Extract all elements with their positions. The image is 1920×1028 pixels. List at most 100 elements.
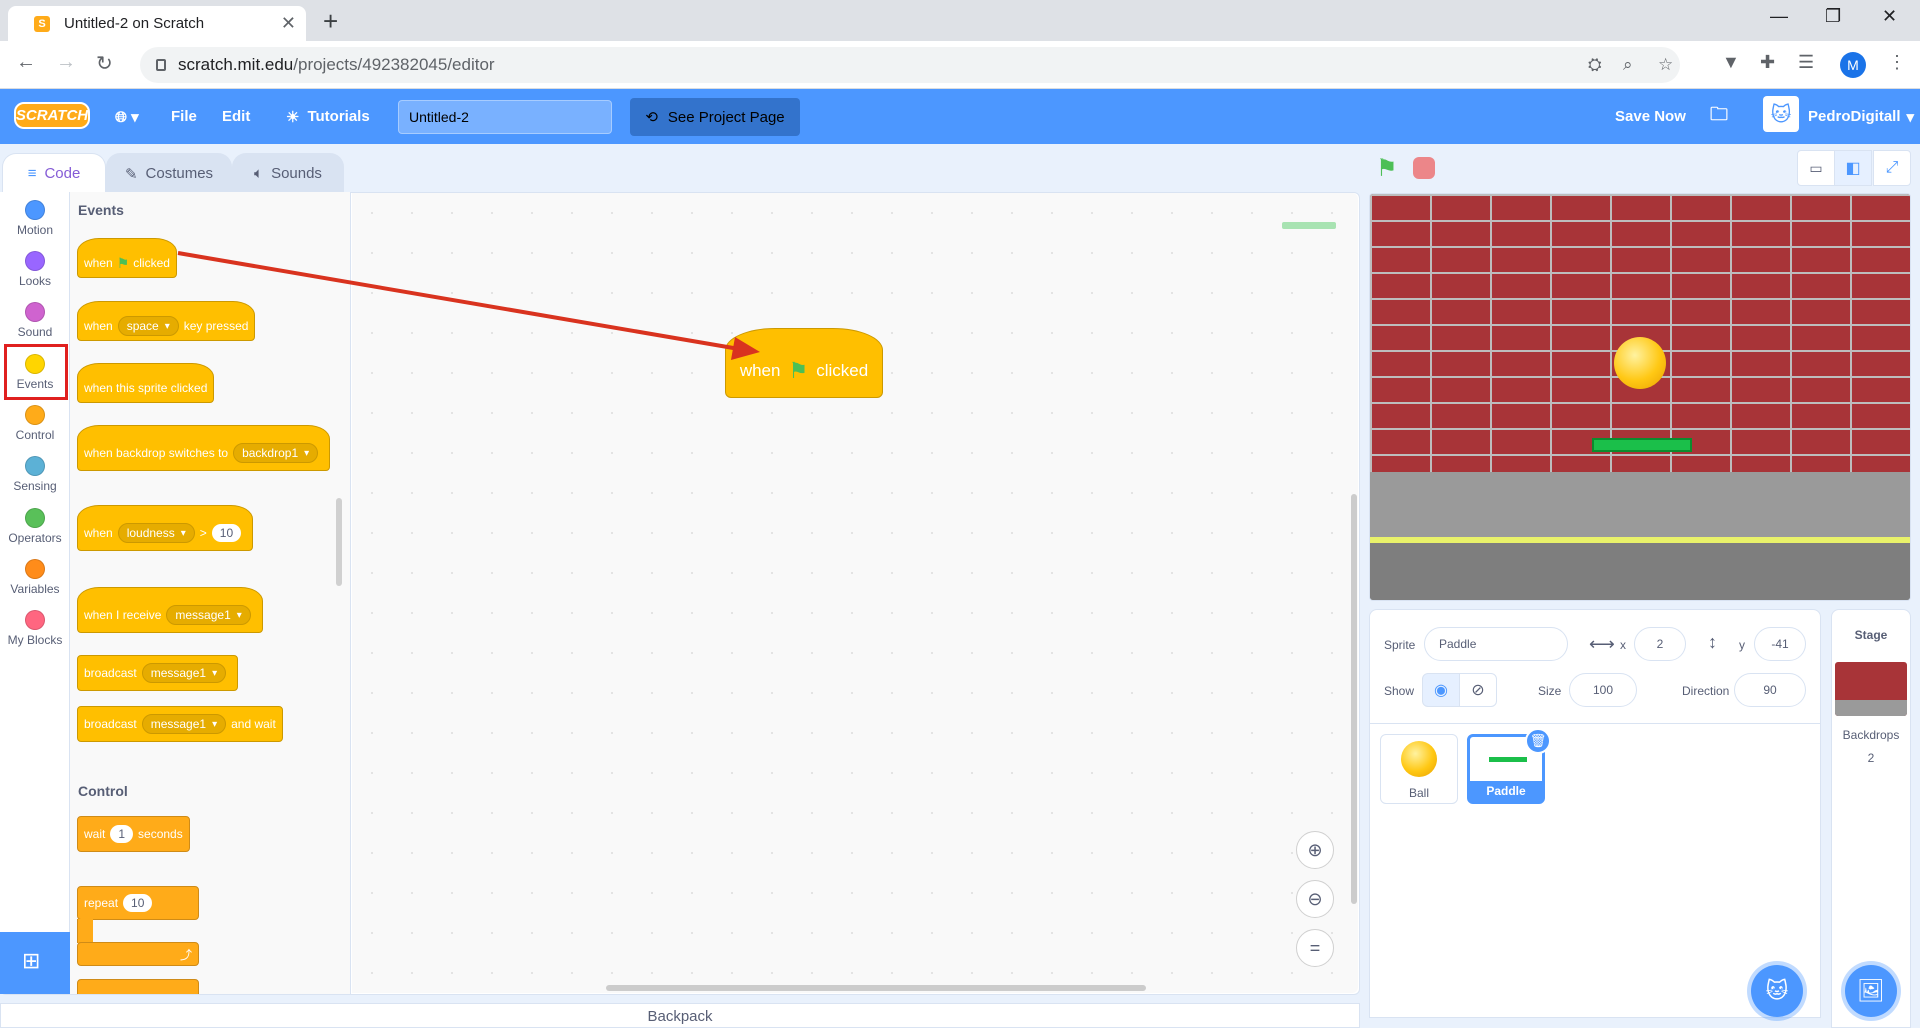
loudness-value-input[interactable]: 10	[211, 524, 242, 542]
minimize-icon[interactable]: —	[1770, 6, 1788, 27]
large-stage-icon: ◧	[1845, 160, 1861, 177]
project-title-input[interactable]: Untitled-2	[398, 100, 612, 134]
when-key-pressed-block[interactable]: whenspacekey pressed	[77, 301, 256, 341]
broadcast-and-wait-block[interactable]: broadcastmessage1and wait	[77, 706, 283, 742]
ball-thumb-image	[1401, 741, 1437, 777]
translate-icon[interactable]: ⛭	[1588, 55, 1602, 75]
sprite-name-input[interactable]: Paddle	[1424, 627, 1568, 661]
fullscreen-button[interactable]: ⤢	[1873, 150, 1911, 186]
repeat-count-input[interactable]: 10	[123, 894, 153, 912]
x-label: x	[1620, 638, 1626, 652]
tab-costumes[interactable]: ✎ Costumes	[106, 153, 232, 193]
category-control[interactable]: Control	[0, 397, 70, 449]
browser-tab[interactable]: S Untitled-2 on Scratch ✕	[8, 6, 306, 41]
paddle-sprite[interactable]	[1592, 438, 1692, 452]
extensions-puzzle-icon[interactable]: ✚	[1760, 52, 1775, 73]
tutorials-button[interactable]: ☀ Tutorials	[286, 89, 370, 144]
sprite-thumb-ball[interactable]: Ball	[1380, 734, 1458, 804]
wait-block[interactable]: wait 1 seconds	[77, 816, 190, 852]
show-visible-button[interactable]: ◉	[1422, 673, 1460, 707]
green-flag-icon: ⚑	[116, 254, 130, 271]
workspace-when-flag-clicked-block[interactable]: when ⚑ clicked	[725, 328, 883, 398]
when-flag-clicked-block[interactable]: when ⚑ clicked	[77, 238, 177, 278]
repeat-block[interactable]: repeat 10	[77, 886, 199, 920]
key-dropdown[interactable]: space	[117, 316, 179, 336]
category-motion[interactable]: Motion	[0, 192, 70, 244]
username-menu[interactable]: PedroDigitall ▾	[1808, 89, 1914, 144]
zoom-out-button[interactable]: ⊖	[1296, 880, 1334, 918]
motion-dot-icon	[25, 200, 45, 220]
menu-kebab-icon[interactable]: ⋮	[1888, 52, 1906, 73]
zoom-reset-button[interactable]: =	[1296, 929, 1334, 967]
back-icon[interactable]: ←	[16, 51, 36, 74]
restore-icon[interactable]: ❐	[1825, 6, 1841, 27]
stop-sign-icon[interactable]	[1413, 157, 1435, 179]
delete-sprite-button[interactable]: 🗑︎	[1525, 728, 1551, 754]
category-variables[interactable]: Variables	[0, 551, 70, 603]
workspace-vertical-scrollbar[interactable]	[1351, 494, 1357, 904]
language-globe-icon[interactable]: 🌐︎ ▾	[115, 89, 139, 144]
broadcast-message-dropdown[interactable]: message1	[141, 663, 227, 683]
zoom-icon[interactable]: ⌕	[1623, 55, 1633, 75]
tab-code[interactable]: ≡ Code	[2, 153, 106, 193]
category-my-blocks[interactable]: My Blocks	[0, 602, 70, 654]
choose-sprite-button[interactable]: 🐱︎	[1751, 965, 1803, 1017]
category-looks[interactable]: Looks	[0, 243, 70, 295]
choose-backdrop-button[interactable]: 🖼︎	[1845, 965, 1897, 1017]
file-menu[interactable]: File	[171, 89, 197, 144]
large-stage-button[interactable]: ◧	[1834, 150, 1872, 186]
ball-sprite[interactable]	[1614, 337, 1666, 389]
workspace-minimap-block	[1282, 222, 1336, 229]
small-stage-button[interactable]: ▭	[1797, 150, 1835, 186]
tab-sounds[interactable]: 🔈︎ Sounds	[232, 153, 344, 193]
bookmark-star-icon[interactable]: ☆	[1658, 55, 1673, 75]
palette-scrollbar[interactable]	[336, 498, 342, 586]
category-operators[interactable]: Operators	[0, 500, 70, 552]
forward-icon[interactable]: →	[56, 51, 76, 74]
zoom-in-button[interactable]: ⊕	[1296, 831, 1334, 869]
size-input[interactable]: 100	[1569, 673, 1637, 707]
backpack[interactable]: Backpack	[0, 1003, 1360, 1028]
when-backdrop-switches-block[interactable]: when backdrop switches to backdrop1	[77, 425, 331, 471]
stage-canvas[interactable]	[1369, 193, 1911, 601]
save-now-button[interactable]: Save Now	[1615, 89, 1686, 144]
broadcast-wait-message-dropdown[interactable]: message1	[141, 714, 227, 734]
y-input[interactable]: -41	[1754, 627, 1806, 661]
folder-icon[interactable]: 🗀	[1710, 89, 1728, 144]
green-flag-icon[interactable]: ⚑	[1376, 154, 1398, 183]
control-heading: Control	[78, 783, 128, 799]
message-dropdown[interactable]: message1	[166, 605, 251, 625]
workspace-horizontal-scrollbar[interactable]	[606, 985, 1146, 991]
scratch-logo[interactable]: SCRATCH	[14, 102, 90, 129]
zoom-in-icon: ⊕	[1307, 839, 1323, 860]
wait-seconds-input[interactable]: 1	[110, 825, 134, 843]
stage-thumbnail[interactable]	[1835, 662, 1907, 716]
omnibox[interactable]: scratch.mit.edu/projects/492382045/edito…	[140, 47, 1680, 83]
when-loudness-block[interactable]: whenloudness>10	[77, 505, 254, 551]
profile-avatar[interactable]: M	[1840, 52, 1866, 78]
direction-input[interactable]: 90	[1734, 673, 1806, 707]
new-tab-icon[interactable]: +	[323, 6, 338, 37]
broadcast-block[interactable]: broadcast message1	[77, 655, 239, 691]
see-project-page-button[interactable]: ⟲ See Project Page	[630, 98, 800, 136]
eye-icon: ◉	[1434, 682, 1448, 699]
edit-menu[interactable]: Edit	[222, 89, 250, 144]
close-tab-icon[interactable]: ✕	[281, 13, 296, 34]
x-input[interactable]: 2	[1634, 627, 1686, 661]
when-i-receive-block[interactable]: when I receive message1	[77, 587, 263, 633]
loudness-dropdown[interactable]: loudness	[117, 523, 195, 543]
add-extension-button[interactable]: ⊞	[0, 932, 70, 994]
close-window-icon[interactable]: ✕	[1882, 6, 1897, 27]
variables-dot-icon	[25, 559, 45, 579]
show-hidden-button[interactable]: ⊘	[1459, 673, 1497, 707]
category-sensing[interactable]: Sensing	[0, 448, 70, 500]
backdrop-dropdown[interactable]: backdrop1	[233, 443, 319, 463]
reading-list-icon[interactable]: ☰	[1798, 52, 1814, 73]
reload-icon[interactable]: ↻	[96, 51, 113, 76]
extension-shield-icon[interactable]: ▼	[1722, 52, 1740, 73]
category-sound[interactable]: Sound	[0, 294, 70, 346]
user-avatar[interactable]: 🐱︎	[1763, 96, 1799, 132]
next-control-block[interactable]	[77, 979, 199, 994]
script-workspace[interactable]	[352, 193, 1358, 993]
when-sprite-clicked-block[interactable]: when this sprite clicked	[77, 363, 215, 403]
